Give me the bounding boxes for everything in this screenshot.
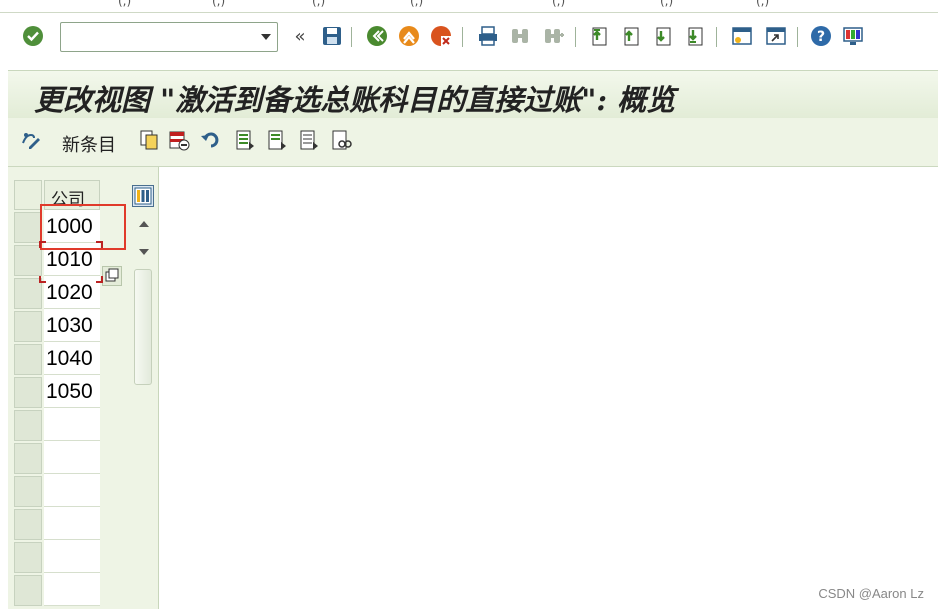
column-header-company[interactable]: 公司 — [44, 180, 100, 210]
row-selector[interactable] — [14, 509, 42, 540]
menu-item[interactable]: (,) — [212, 0, 225, 8]
row-selector[interactable] — [14, 476, 42, 507]
title-bar: 更改视图 "激活到备选总账科目的直接过账": 概览 — [8, 70, 938, 120]
menu-item[interactable]: (,) — [410, 0, 423, 8]
table-cell-company[interactable] — [44, 474, 100, 507]
help-icon[interactable]: ? — [810, 25, 832, 47]
delete-icon[interactable] — [168, 129, 190, 151]
select-all-rows-button[interactable] — [14, 180, 42, 210]
row-selector[interactable] — [14, 575, 42, 606]
cancel-icon[interactable] — [430, 25, 452, 47]
table-cell-company[interactable] — [44, 408, 100, 441]
last-page-icon[interactable] — [684, 25, 706, 47]
create-session-icon[interactable] — [731, 25, 753, 47]
row-selector[interactable] — [14, 443, 42, 474]
menu-item[interactable]: (,) — [312, 0, 325, 8]
undo-icon[interactable] — [200, 129, 222, 151]
table-cell-company[interactable]: 1040 — [44, 342, 100, 375]
select-block-icon[interactable] — [266, 129, 288, 151]
print-view-icon[interactable] — [330, 129, 352, 151]
exit-icon[interactable] — [398, 25, 420, 47]
first-page-icon[interactable] — [588, 25, 610, 47]
row-selector[interactable] — [14, 212, 42, 243]
command-field[interactable] — [60, 22, 278, 52]
table-cell-company[interactable] — [44, 540, 100, 573]
main-area: 公司 1000 1010 1020 1030 1040 1050 — [8, 167, 938, 609]
menu-item[interactable]: (,) — [552, 0, 565, 8]
svg-text:?: ? — [817, 29, 825, 45]
row-selector[interactable] — [14, 542, 42, 573]
command-input[interactable] — [65, 23, 249, 51]
generate-shortcut-icon[interactable] — [765, 25, 787, 47]
find-icon[interactable] — [509, 25, 531, 47]
back-double-chevron-icon[interactable]: « — [289, 25, 311, 47]
menu-item[interactable]: (,) — [756, 0, 769, 8]
back-icon[interactable] — [366, 25, 388, 47]
table-cell-company[interactable]: 1000 — [44, 210, 100, 243]
table-cell-company[interactable]: 1030 — [44, 309, 100, 342]
scroll-up-icon[interactable] — [139, 221, 149, 227]
row-selector[interactable] — [14, 245, 42, 276]
copy-as-icon[interactable] — [138, 129, 160, 151]
row-selector[interactable] — [14, 278, 42, 309]
table-settings-icon[interactable] — [132, 185, 154, 207]
table-cell-company[interactable] — [44, 507, 100, 540]
previous-page-icon[interactable] — [620, 25, 642, 47]
scroll-down-icon[interactable] — [139, 249, 149, 255]
row-selector[interactable] — [14, 344, 42, 375]
vertical-scrollbar[interactable] — [132, 213, 154, 385]
deselect-all-icon[interactable] — [298, 129, 320, 151]
table-cell-company[interactable]: 1010 — [44, 243, 100, 276]
watermark: CSDN @Aaron Lz — [818, 586, 924, 601]
row-selector-column — [14, 180, 44, 608]
row-selector[interactable] — [14, 311, 42, 342]
table-cell-company[interactable] — [44, 441, 100, 474]
menu-item[interactable]: (,) — [118, 0, 131, 8]
menu-item[interactable]: (,) — [660, 0, 673, 8]
copy-cell-icon[interactable] — [102, 266, 122, 286]
enter-checkmark-icon[interactable] — [22, 25, 44, 47]
save-icon[interactable] — [321, 25, 343, 47]
next-page-icon[interactable] — [652, 25, 674, 47]
customize-layout-icon[interactable] — [842, 25, 864, 47]
scroll-thumb[interactable] — [134, 269, 152, 385]
display-change-icon[interactable] — [20, 129, 42, 151]
select-all-icon[interactable] — [234, 129, 256, 151]
page-title: 更改视图 "激活到备选总账科目的直接过账": 概览 — [34, 83, 676, 117]
row-selector[interactable] — [14, 410, 42, 441]
table-cell-company[interactable] — [44, 573, 100, 606]
table-cell-company[interactable]: 1050 — [44, 375, 100, 408]
table-control: 公司 1000 1010 1020 1030 1040 1050 — [8, 167, 159, 609]
print-icon[interactable] — [477, 25, 499, 47]
table-cell-company[interactable]: 1020 — [44, 276, 100, 309]
find-next-icon[interactable] — [543, 25, 565, 47]
application-toolbar: 新条目 — [8, 118, 938, 167]
row-selector[interactable] — [14, 377, 42, 408]
menu-bar: (,) (,) (,) (,) (,) (,) (,) — [0, 0, 938, 13]
new-entries-button[interactable]: 新条目 — [62, 131, 116, 157]
chevron-down-icon[interactable] — [261, 34, 271, 40]
system-toolbar: « ? — [0, 13, 938, 63]
